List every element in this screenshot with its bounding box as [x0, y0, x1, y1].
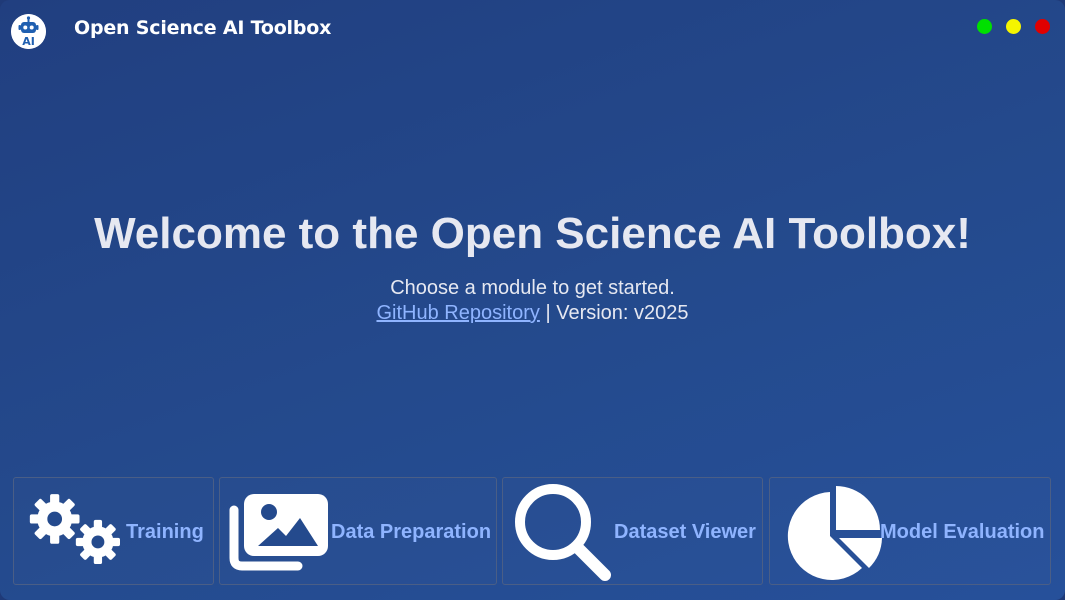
app-window: AI Open Science AI Toolbox Welcome to th… [0, 0, 1065, 600]
app-title: Open Science AI Toolbox [74, 17, 332, 39]
welcome-section: Welcome to the Open Science AI Toolbox! … [0, 206, 1065, 326]
minimize-button[interactable] [1006, 19, 1021, 34]
maximize-button[interactable] [977, 19, 992, 34]
dataset-viewer-module-button[interactable]: Dataset Viewer [502, 477, 763, 585]
info-separator: | [545, 302, 551, 324]
robot-ai-icon: AI [11, 14, 46, 49]
training-module-button[interactable]: Training [13, 477, 214, 585]
info-line: GitHub Repository | Version: v2025 [0, 300, 1065, 326]
close-button[interactable] [1035, 19, 1050, 34]
github-repository-link[interactable]: GitHub Repository [376, 302, 539, 324]
pie-chart-icon [787, 486, 882, 580]
welcome-heading: Welcome to the Open Science AI Toolbox! [94, 209, 971, 258]
model-evaluation-module-button[interactable]: Model Evaluation [769, 477, 1051, 585]
gears-icon [29, 494, 121, 565]
version-label: Version: v2025 [556, 302, 689, 324]
svg-text:AI: AI [22, 35, 35, 48]
data-preparation-label: Data Preparation [331, 521, 492, 543]
data-preparation-module-button[interactable]: Data Preparation [219, 477, 497, 585]
title-bar: AI Open Science AI Toolbox [0, 0, 1065, 56]
dataset-viewer-label: Dataset Viewer [614, 521, 756, 543]
welcome-subtitle: Choose a module to get started. [390, 277, 675, 299]
training-label: Training [126, 521, 204, 543]
magnifier-icon [515, 484, 611, 581]
model-evaluation-label: Model Evaluation [880, 521, 1045, 543]
images-icon [229, 494, 328, 571]
